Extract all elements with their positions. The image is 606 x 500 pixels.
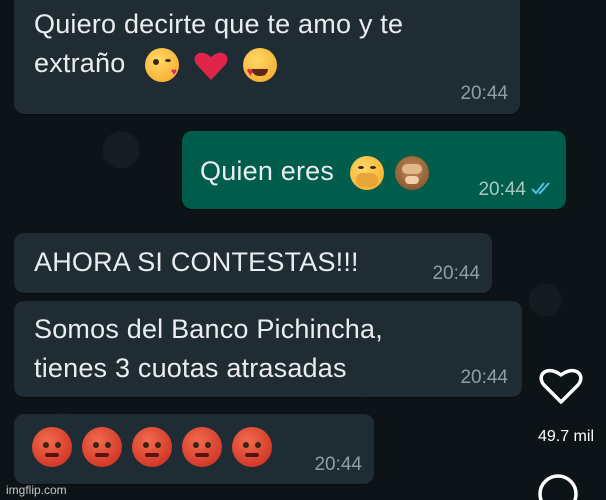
message-bubble-incoming[interactable]: AHORA SI CONTESTAS!!! 20:44 (14, 233, 492, 293)
angry-face-icon (82, 427, 122, 467)
heart-eyes-face-icon: ♥ ♥ (242, 47, 277, 82)
message-text: tienes 3 cuotas atrasadas (34, 353, 347, 383)
message-bubble-outgoing[interactable]: Quien eres 20:44 (182, 131, 566, 209)
message-time: 20:44 (314, 454, 362, 475)
like-button[interactable] (538, 364, 584, 406)
message-bubble-incoming[interactable]: Somos del Banco Pichincha, tienes 3 cuot… (14, 301, 522, 397)
message-time: 20:44 (460, 367, 508, 388)
angry-face-icon (32, 427, 72, 467)
message-text: Somos del Banco Pichincha, (34, 314, 383, 344)
message-text: AHORA SI CONTESTAS!!! (34, 247, 359, 277)
message-bubble-incoming[interactable]: 20:44 (14, 414, 374, 484)
message-text: Quien eres (200, 153, 430, 190)
comment-bubble-icon (538, 474, 578, 500)
message-bubble-incoming[interactable]: Quiero decirte que te amo y te extraño ♥… (14, 0, 520, 114)
angry-face-icon (232, 427, 272, 467)
see-no-evil-monkey-icon (395, 155, 430, 190)
angry-face-icon (132, 427, 172, 467)
comment-button[interactable] (536, 472, 580, 500)
message-text: extraño ♥ ♥ ♥ (34, 45, 277, 82)
message-text: Quiero decirte que te amo y te (34, 9, 404, 39)
red-heart-icon (193, 48, 229, 82)
double-check-read-icon (530, 180, 554, 201)
hand-over-mouth-face-icon (349, 155, 384, 190)
kissing-face-icon: ♥ (145, 47, 180, 82)
watermark: imgflip.com (6, 483, 67, 497)
angry-face-icon (182, 427, 222, 467)
message-time: 20:44 (478, 179, 526, 200)
message-time: 20:44 (432, 263, 480, 284)
heart-outline-icon (539, 368, 583, 404)
like-count: 49.7 mil (537, 428, 594, 445)
message-time: 20:44 (460, 83, 508, 104)
